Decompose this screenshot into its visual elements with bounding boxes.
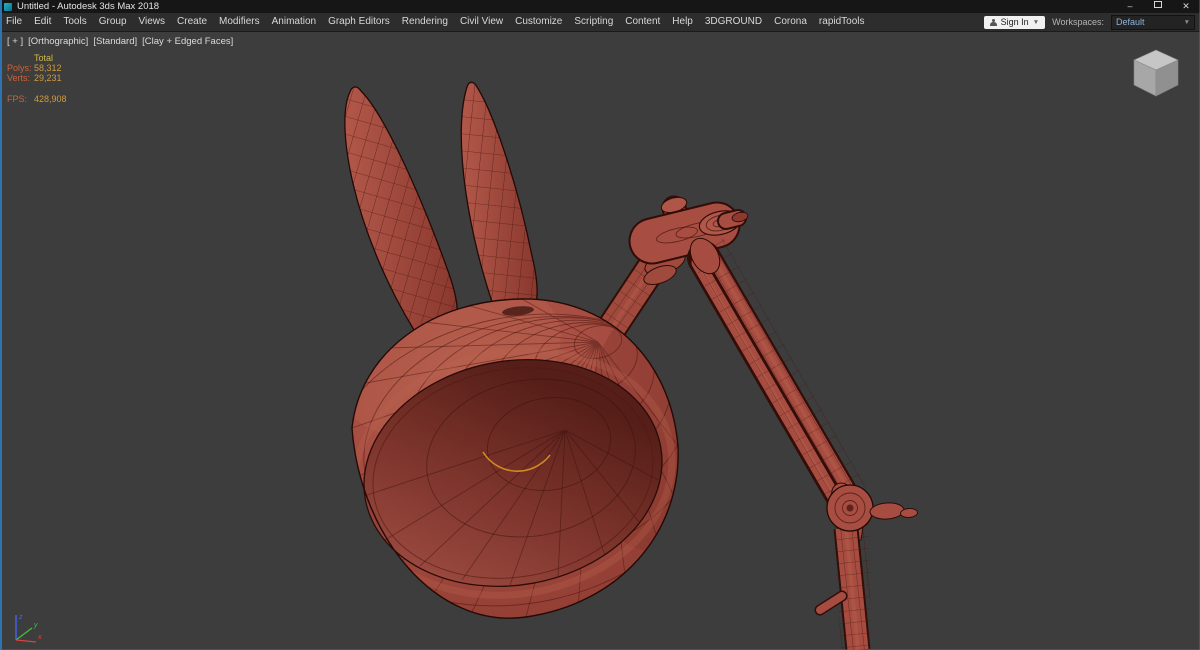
workspace-dropdown[interactable]: Default ▼ [1111,14,1195,30]
elbow-joint [826,484,918,532]
lampshade [351,298,679,619]
workspaces-label: Workspaces: [1052,17,1104,27]
menu-content[interactable]: Content [619,13,666,31]
chevron-down-icon: ▼ [1183,18,1190,26]
menu-bar: File Edit Tools Group Views Create Modif… [0,13,1200,32]
axis-y-label: y [33,622,38,629]
menubar-right-cluster: Sign In ▼ Workspaces: Default ▼ [983,14,1200,30]
menu-scripting[interactable]: Scripting [568,13,619,31]
menu-3dground[interactable]: 3DGROUND [699,13,768,31]
window-border-left [0,0,2,650]
window-controls: – ✕ [1116,0,1200,13]
sign-in-button[interactable]: Sign In ▼ [983,15,1046,29]
stats-fps-value: 428,908 [34,94,67,104]
stats-polys-value: 58,312 [34,63,62,73]
minimize-button[interactable]: – [1116,0,1144,13]
wing-nut [869,502,905,520]
lamp-post [814,511,871,650]
viewport-menu-standard[interactable]: [Standard] [93,36,137,47]
menu-corona[interactable]: Corona [768,13,813,31]
viewport-canvas[interactable]: [ + ] [Orthographic] [Standard] [Clay + … [0,32,1200,650]
ear-left [344,86,458,341]
app-logo-icon [4,2,12,11]
user-icon [989,18,997,26]
restore-icon [1154,1,1162,8]
maximize-button[interactable] [1144,0,1172,13]
menu-help[interactable]: Help [666,13,699,31]
lamp-model [344,81,918,650]
stats-polys-label: Polys: [7,63,32,73]
viewport-menu-shading[interactable]: [Clay + Edged Faces] [142,36,233,47]
close-button[interactable]: ✕ [1172,0,1200,13]
menu-create[interactable]: Create [171,13,213,31]
stats-verts-value: 29,231 [34,73,62,83]
menu-modifiers[interactable]: Modifiers [213,13,266,31]
menu-rapidtools[interactable]: rapidTools [813,13,871,31]
title-bar: Untitled - Autodesk 3ds Max 2018 – ✕ [0,0,1200,13]
stats-total-header: Total [34,53,54,63]
axis-x-label: x [37,634,42,641]
menu-file[interactable]: File [0,13,28,31]
ear-right [460,81,538,326]
viewport-label: [ + ] [Orthographic] [Standard] [Clay + … [7,36,233,47]
menu-civil-view[interactable]: Civil View [454,13,509,31]
menu-views[interactable]: Views [133,13,172,31]
viewport-menu-pov[interactable]: [Orthographic] [28,36,88,47]
window-title: Untitled - Autodesk 3ds Max 2018 [17,1,160,12]
world-axis-gizmo: z y x [15,614,42,643]
viewcube[interactable] [1124,40,1188,104]
stats-verts-label: Verts: [7,73,31,83]
menu-graph-editors[interactable]: Graph Editors [322,13,396,31]
menu-group[interactable]: Group [93,13,133,31]
arm-segment [686,237,866,519]
menu-edit[interactable]: Edit [28,13,57,31]
stats-fps-label: FPS: [7,94,28,104]
axis-z-label: z [18,614,23,621]
viewport-menu-general[interactable]: [ + ] [7,36,23,47]
statistics-overlay: Total Polys: 58,312 Verts: 29,231 FPS: 428,… [7,53,67,104]
menu-tools[interactable]: Tools [57,13,92,31]
menu-rendering[interactable]: Rendering [396,13,454,31]
max-window: { "window": { "title": "Untitled - Autod… [0,0,1200,650]
chevron-down-icon: ▼ [1032,18,1040,26]
menu-customize[interactable]: Customize [509,13,568,31]
menu-animation[interactable]: Animation [266,13,322,31]
